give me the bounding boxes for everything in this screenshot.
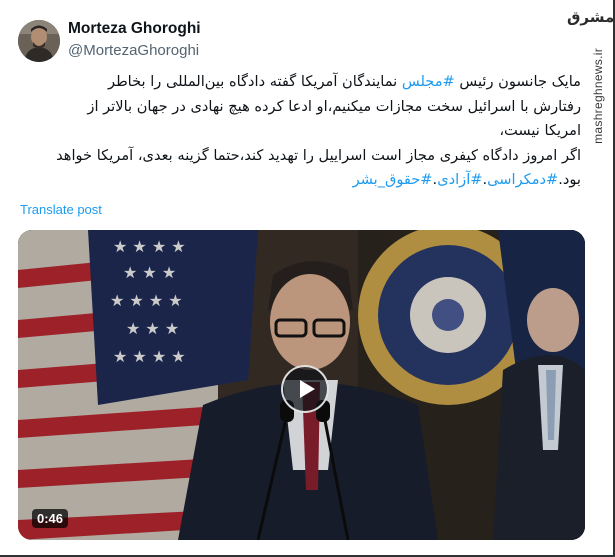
play-icon [300, 380, 315, 398]
tweet-line-4: اگر امروز دادگاه کیفری مجاز است اسراییل … [56, 146, 581, 164]
author-handle[interactable]: @MortezaGhoroghi [68, 42, 199, 59]
hashtag-link[interactable]: #حقوق_بشر [353, 171, 433, 188]
hashtag-link[interactable]: #آزادی [437, 171, 482, 188]
watermark-site: mashreghnews.ir [591, 48, 605, 144]
hashtag-link[interactable]: #دمکراسی [487, 171, 558, 188]
video-duration: 0:46 [32, 509, 69, 528]
avatar[interactable] [18, 20, 60, 62]
avatar-image [18, 20, 60, 62]
tweet-line-1: مایک جانسون رئیس #مجلس نمایندگان آمریکا … [22, 70, 581, 95]
tweet-text-segment: بود. [558, 171, 581, 188]
play-button[interactable] [281, 365, 329, 413]
tweet-line-3: امریکا نیست، [499, 122, 581, 139]
tweet-card: Morteza Ghoroghi @MortezaGhoroghi مشرق m… [0, 0, 615, 557]
tweet-text: مایک جانسون رئیس #مجلس نمایندگان آمریکا … [22, 70, 581, 193]
tweet-line-2: رفتارش با اسرائیل سخت مجازات میکنیم،او ا… [87, 97, 581, 115]
translate-post-link[interactable]: Translate post [20, 202, 102, 217]
video-player[interactable]: ★ ★ ★ ★ ★ ★ ★ ★ ★ ★ ★ ★ ★ ★ ★ ★ ★ ★ [18, 230, 585, 540]
hashtag-link[interactable]: #مجلس [402, 73, 455, 90]
tweet-text-segment: مایک جانسون رئیس [454, 73, 581, 90]
tweet-text-segment: نمایندگان آمریکا گفته دادگاه بین‌المللی … [108, 73, 402, 90]
author-name[interactable]: Morteza Ghoroghi [68, 20, 201, 38]
tweet-line-5: بود.#دمکراسی.#آزادی.#حقوق_بشر [352, 171, 581, 188]
watermark-logo: مشرق [567, 8, 615, 26]
